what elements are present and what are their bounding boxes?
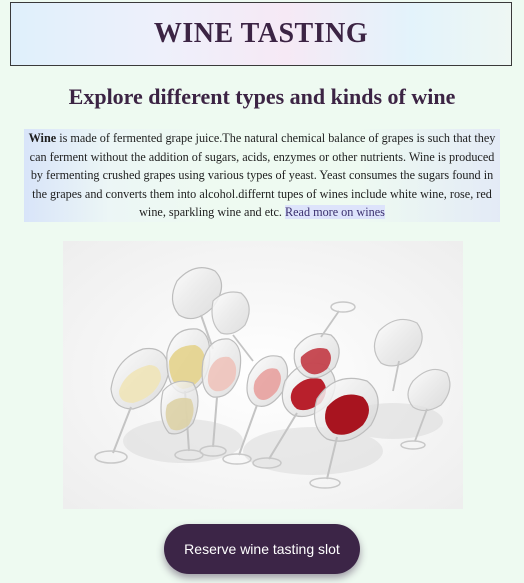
wine-glasses-photo — [63, 241, 463, 509]
reserve-slot-button[interactable]: Reserve wine tasting slot — [164, 524, 360, 574]
intro-bold-term: Wine — [28, 131, 57, 145]
section-heading: Explore different types and kinds of win… — [68, 84, 456, 109]
intro-text: is made of fermented grape juice.The nat… — [29, 131, 496, 219]
page-title: WINE TASTING — [153, 18, 369, 49]
intro-paragraph: Wine is made of fermented grape juice.Th… — [24, 129, 500, 222]
page-header: WINE TASTING — [10, 2, 512, 66]
read-more-link[interactable]: Read more on wines — [285, 205, 385, 219]
